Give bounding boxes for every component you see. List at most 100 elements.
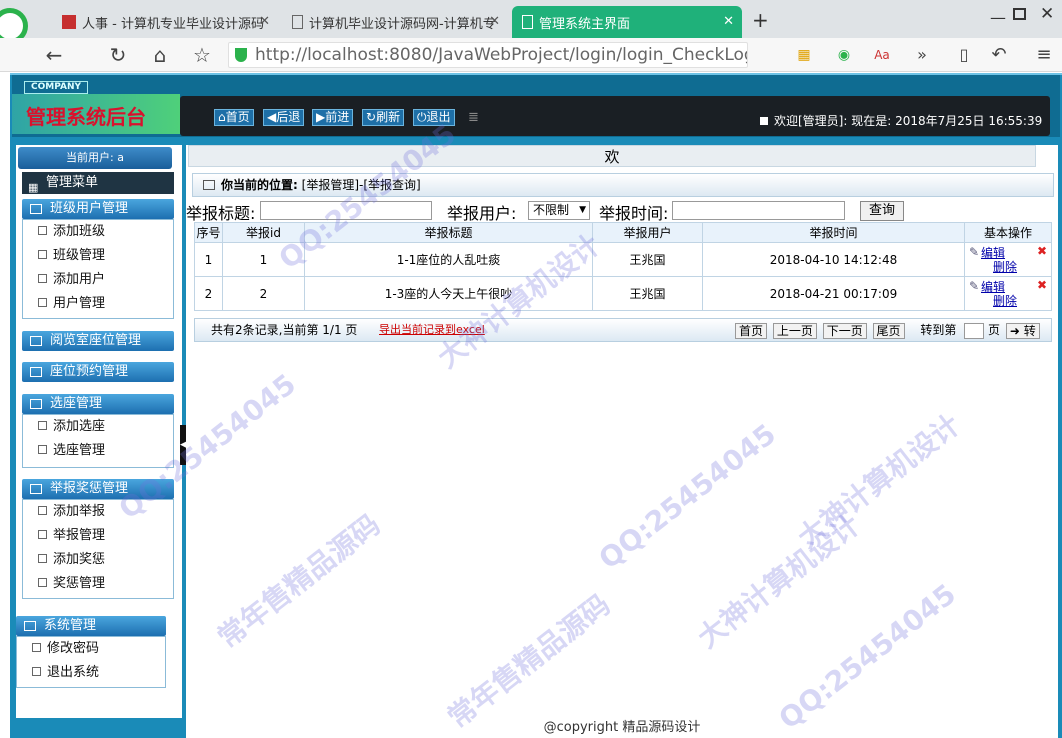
tab-main-ui[interactable]: 管理系统主界面 ✕ [512, 6, 742, 38]
arrow-right-icon: ▶ [316, 110, 326, 124]
url-text: http://localhost:8080/JavaWebProject/log… [255, 45, 748, 65]
secure-shield-icon [235, 48, 247, 62]
new-tab-button[interactable]: + [752, 8, 769, 32]
group-system[interactable]: 系统管理 [16, 616, 166, 636]
undo-icon[interactable]: ↶ [985, 42, 1013, 68]
cell-no: 1 [194, 242, 223, 277]
window-close-icon[interactable]: ✕ [1040, 4, 1054, 24]
page-icon [522, 15, 533, 29]
table-header-row: 序号 举报id 举报标题 举报用户 举报时间 基本操作 [194, 222, 1052, 243]
list-icon [203, 180, 215, 190]
tablet-icon[interactable]: ▯ [950, 42, 978, 68]
reload-icon[interactable]: ↻ [104, 42, 132, 68]
title-input[interactable] [260, 201, 432, 220]
square-icon [760, 117, 768, 125]
power-icon: ⏻ [417, 110, 427, 124]
home-icon[interactable]: ⌂ [146, 42, 174, 68]
export-excel-link[interactable]: 导出当前记录到excel [379, 319, 485, 341]
extensions-icon[interactable]: ▦ [790, 42, 818, 68]
edit-link[interactable]: 编辑 [981, 280, 1005, 294]
delete-x-icon[interactable]: ✖ [1037, 244, 1047, 258]
dropdown-arrow-icon: ▼ [579, 205, 586, 215]
more-chevron-icon[interactable]: » [908, 42, 936, 68]
table-row: 1 1 1-1座位的人乱吐痰 王兆国 2018-04-10 14:12:48 ✎… [194, 242, 1052, 277]
edit-link[interactable]: 编辑 [981, 246, 1005, 260]
close-icon[interactable]: ✕ [489, 14, 500, 29]
cell-id: 1 [222, 242, 305, 277]
group-seat-booking[interactable]: 座位预约管理 [22, 362, 174, 382]
sidebar-item-user-manage[interactable]: 用户管理 [38, 293, 105, 315]
maximize-icon[interactable] [1013, 8, 1026, 20]
refresh-button[interactable]: ↻刷新 [362, 109, 405, 126]
logout-button[interactable]: ⏻退出 [413, 109, 455, 126]
cell-time: 2018-04-21 00:17:09 [702, 276, 965, 311]
pager-bar: 共有2条记录,当前第 1/1 页 导出当前记录到excel 首页 上一页 下一页… [194, 318, 1052, 342]
delete-x-icon[interactable]: ✖ [1037, 278, 1047, 292]
menu-icon[interactable]: ≡ [1030, 42, 1058, 68]
delete-link[interactable]: 删除 [993, 260, 1017, 274]
location-label: 你当前的位置: [221, 178, 298, 192]
home-icon: ⌂ [218, 110, 226, 124]
back-button[interactable]: ◀后退 [263, 109, 305, 126]
time-input[interactable] [672, 201, 845, 220]
grip-icon: ≣ [468, 110, 479, 125]
query-button[interactable]: 查询 [860, 201, 904, 221]
pager-controls: 首页 上一页 下一页 尾页 转到第 页 ➜ 转 [733, 319, 1040, 341]
main-menu-header: ▦ 管理菜单 [22, 172, 174, 194]
sidebar-item-add-report[interactable]: 添加举报 [38, 501, 105, 523]
prev-page-button[interactable]: 上一页 [772, 322, 817, 339]
sidebar-item-class-manage[interactable]: 班级管理 [38, 245, 105, 267]
tab-source-site[interactable]: 计算机毕业设计源码网-计算机专 ✕ [282, 6, 508, 38]
user-select[interactable]: 不限制 ▼ [528, 201, 590, 220]
back-icon[interactable]: ← [40, 42, 68, 68]
group-reading-room[interactable]: 阅览室座位管理 [22, 331, 174, 351]
footer-copyright: @copyright 精品源码设计 [186, 718, 1058, 738]
forward-button[interactable]: ▶前进 [312, 109, 354, 126]
group-seat-select[interactable]: 选座管理 [22, 394, 174, 414]
sidebar-item-reward-manage[interactable]: 奖惩管理 [38, 573, 105, 595]
col-no: 序号 [194, 222, 223, 243]
folder-icon [30, 336, 42, 346]
doc-icon [38, 421, 47, 430]
group-report[interactable]: 举报奖惩管理 [22, 479, 174, 499]
col-user: 举报用户 [592, 222, 703, 243]
sidebar-item-add-class[interactable]: 添加班级 [38, 221, 105, 243]
table-row: 2 2 1-3座的人今天上午很吵 王兆国 2018-04-21 00:17:09… [194, 276, 1052, 311]
first-page-button[interactable]: 首页 [735, 322, 768, 339]
tab-label: 人事 - 计算机专业毕业设计源码 [82, 16, 264, 32]
go-button[interactable]: ➜ 转 [1005, 322, 1040, 339]
cell-id: 2 [222, 276, 305, 311]
user-label: 举报用户: [447, 204, 517, 223]
close-icon[interactable]: ✕ [723, 14, 734, 29]
sidebar-item-add-user[interactable]: 添加用户 [38, 269, 105, 291]
cell-actions: ✎ 编辑 删除 ✖ [964, 276, 1052, 311]
reader-icon[interactable]: Aa [868, 42, 896, 68]
folder-icon [30, 367, 42, 377]
group-class-user[interactable]: 班级用户管理 [22, 199, 174, 219]
home-button[interactable]: ⌂首页 [214, 109, 254, 126]
doc-icon [38, 445, 47, 454]
close-icon[interactable]: ✕ [259, 14, 270, 29]
cell-time: 2018-04-10 14:12:48 [702, 242, 965, 277]
url-input[interactable]: http://localhost:8080/JavaWebProject/log… [228, 42, 748, 68]
sidebar-item-add-reward[interactable]: 添加奖惩 [38, 549, 105, 571]
goto-label: 转到第 [920, 323, 957, 337]
bookmark-star-icon[interactable]: ☆ [188, 42, 216, 68]
sidebar-item-add-select[interactable]: 添加选座 [38, 416, 105, 438]
title-label: 举报标题: [186, 204, 256, 223]
delete-link[interactable]: 删除 [993, 294, 1017, 308]
minimize-icon[interactable]: — [990, 8, 1006, 27]
sidebar-item-exit-system[interactable]: 退出系统 [32, 662, 99, 684]
tab-label: 管理系统主界面 [539, 16, 631, 32]
sidebar-item-report-manage[interactable]: 举报管理 [38, 525, 105, 547]
sidebar-item-change-password[interactable]: 修改密码 [32, 638, 99, 660]
next-page-button[interactable]: 下一页 [822, 322, 867, 339]
cell-title: 1-1座位的人乱吐痰 [304, 242, 593, 277]
doc-icon [38, 530, 47, 539]
last-page-button[interactable]: 尾页 [872, 322, 905, 339]
page-number-input[interactable] [964, 322, 985, 339]
adblock-icon[interactable]: ◉ [830, 42, 858, 68]
tab-renshi[interactable]: 人事 - 计算机专业毕业设计源码 ✕ [52, 6, 278, 38]
breadcrumb: 你当前的位置: [举报管理]-[举报查询] [192, 173, 1054, 197]
sidebar-item-select-manage[interactable]: 选座管理 [38, 440, 105, 462]
